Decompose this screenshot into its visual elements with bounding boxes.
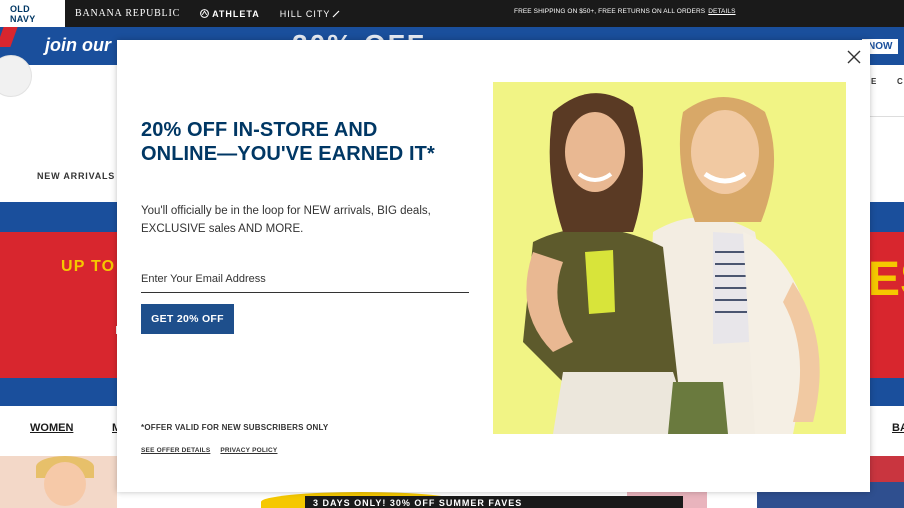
hill-city-mark-icon — [332, 10, 340, 18]
brand-tab-athleta[interactable]: ATHLETA — [190, 0, 270, 27]
legal-links: SEE OFFER DETAILS PRIVACY POLICY — [141, 447, 277, 454]
category-baby[interactable]: BA — [892, 422, 904, 434]
shipping-message: FREE SHIPPING ON $50+, FREE RETURNS ON A… — [514, 8, 736, 15]
modal-title: 20% OFF IN-STORE AND ONLINE—YOU'VE EARNE… — [141, 119, 435, 165]
hill-city-label: HILL CITY — [279, 8, 331, 19]
close-icon — [847, 50, 861, 64]
email-field[interactable] — [141, 266, 469, 292]
get-offer-button[interactable]: GET 20% OFF — [141, 304, 234, 334]
shipping-details-link[interactable]: DETAILS — [708, 8, 735, 15]
brand-tab-banana-republic[interactable]: BANANA REPUBLIC — [65, 0, 190, 27]
header-nav-fragment-1[interactable]: E — [871, 77, 876, 86]
brand-bar: OLD NAVY BANANA REPUBLIC ATHLETA HILL CI… — [0, 0, 904, 27]
athleta-label: ATHLETA — [212, 8, 260, 19]
hero-image — [493, 82, 846, 434]
shipping-message-text: FREE SHIPPING ON $50+, FREE RETURNS ON A… — [514, 8, 706, 15]
offer-fine-print: *OFFER VALID FOR NEW SUBSCRIBERS ONLY — [141, 423, 329, 432]
two-women-smiling-photo — [493, 82, 846, 434]
modal-description: You'll officially be in the loop for NEW… — [141, 205, 431, 235]
header-nav-fragment-2[interactable]: C — [897, 77, 903, 86]
offer-details-link[interactable]: SEE OFFER DETAILS — [141, 447, 210, 454]
privacy-policy-link[interactable]: PRIVACY POLICY — [220, 447, 277, 454]
brand-tab-old-navy[interactable]: OLD NAVY — [0, 0, 65, 27]
email-signup-modal: 20% OFF IN-STORE AND ONLINE—YOU'VE EARNE… — [117, 40, 870, 492]
kids-tile[interactable] — [0, 456, 117, 508]
email-field-wrapper — [141, 266, 469, 293]
sale-banner-upto: UP TO — [61, 258, 116, 275]
sale-tile-bar: 3 DAYS ONLY! 30% OFF SUMMER FAVES — [305, 496, 683, 508]
banner-red-accent — [0, 27, 18, 47]
header-divider — [869, 116, 904, 117]
promo-banner-text: join our — [45, 35, 111, 55]
kid-face-shape — [44, 462, 86, 506]
modal-close-button[interactable] — [845, 48, 863, 66]
subnav-new-arrivals[interactable]: NEW ARRIVALS — [37, 171, 115, 181]
brand-tab-hill-city[interactable]: HILL CITY — [270, 0, 351, 27]
athleta-logo-icon — [200, 9, 209, 18]
category-women[interactable]: WOMEN — [30, 422, 73, 434]
sale-banner-tail: ES — [868, 253, 904, 306]
